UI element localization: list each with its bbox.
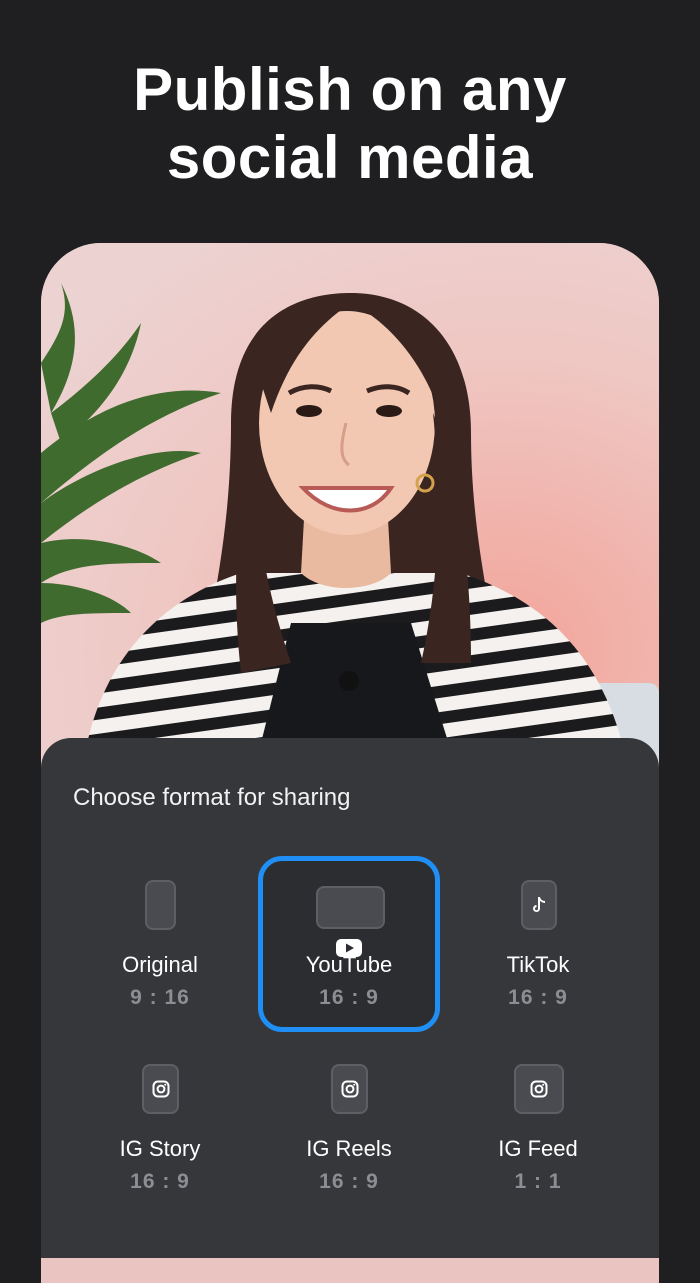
instagram-icon [152, 1080, 169, 1098]
format-label: Original [122, 952, 198, 977]
format-label: IG Reels [306, 1136, 392, 1161]
format-ratio: 16 : 9 [319, 986, 379, 1009]
format-ratio: 16 : 9 [319, 1170, 379, 1193]
format-ratio: 1 : 1 [514, 1170, 562, 1193]
share-format-sheet: Choose format for sharing Original 9 : 1… [41, 738, 659, 1258]
portrait-frame-icon [142, 1064, 179, 1114]
format-label: TikTok [506, 952, 570, 977]
format-label: YouTube [305, 952, 393, 977]
portrait-frame-icon [145, 880, 176, 930]
headline-line-1: Publish on any [133, 56, 567, 123]
video-frame-photo [41, 243, 659, 783]
format-ratio: 9 : 16 [130, 986, 190, 1009]
portrait-frame-icon [331, 1064, 368, 1114]
format-label: IG Story [119, 1136, 201, 1161]
headline-line-2: social media [166, 124, 534, 191]
format-option-ig-feed[interactable]: IG Feed 1 : 1 [447, 1056, 629, 1232]
format-label: IG Feed [498, 1136, 578, 1161]
format-option-ig-story[interactable]: IG Story 16 : 9 [69, 1056, 251, 1232]
format-ratio: 16 : 9 [130, 1170, 190, 1193]
sheet-title: Choose format for sharing [73, 784, 351, 811]
headline: Publish on any social media [0, 56, 700, 192]
portrait-frame-icon [521, 880, 557, 930]
format-option-original[interactable]: Original 9 : 16 [69, 856, 251, 1032]
format-option-tiktok[interactable]: TikTok 16 : 9 [447, 856, 629, 1032]
format-option-ig-reels[interactable]: IG Reels 16 : 9 [258, 1056, 440, 1232]
instagram-icon [530, 1080, 548, 1098]
format-ratio: 16 : 9 [508, 986, 568, 1009]
tiktok-icon [533, 897, 545, 912]
format-option-youtube[interactable]: YouTube 16 : 9 [258, 856, 440, 1032]
landscape-frame-icon [316, 886, 385, 929]
instagram-icon [341, 1080, 358, 1098]
square-frame-icon [514, 1064, 564, 1114]
